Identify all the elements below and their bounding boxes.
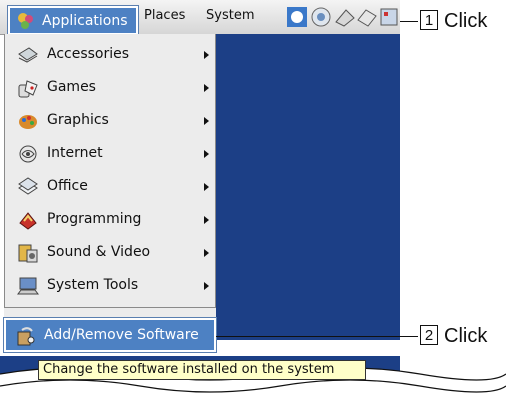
submenu-arrow-icon <box>204 117 209 125</box>
menu-item-label: Programming <box>47 211 142 227</box>
menu-item-internet[interactable]: Internet <box>5 137 216 170</box>
menu-item-label: Sound & Video <box>47 244 151 260</box>
submenu-arrow-icon <box>204 51 209 59</box>
menu-item-sound-video[interactable]: Sound & Video <box>5 236 216 269</box>
sound-video-icon <box>18 244 38 263</box>
menu-item-label: Internet <box>47 145 103 161</box>
calc-launcher-icon[interactable] <box>378 6 400 28</box>
programming-icon <box>19 212 37 230</box>
applications-menu-button[interactable]: Applications <box>7 5 139 36</box>
menu-item-games[interactable]: Games <box>5 71 216 104</box>
submenu-arrow-icon <box>204 249 209 257</box>
places-menu[interactable]: Places <box>144 8 185 23</box>
menu-item-label: Games <box>47 79 96 95</box>
menu-item-label: Accessories <box>47 46 130 62</box>
callout-text: Click <box>444 325 488 347</box>
email-launcher-icon[interactable] <box>310 6 332 28</box>
menu-item-accessories[interactable]: Accessories <box>5 38 216 71</box>
menu-item-label: Graphics <box>47 112 109 128</box>
writer-launcher-icon[interactable] <box>334 6 356 28</box>
applications-icon <box>18 13 33 29</box>
callout-leader-line <box>216 336 418 337</box>
menu-item-office[interactable]: Office <box>5 170 216 203</box>
submenu-arrow-icon <box>204 183 209 191</box>
games-icon <box>18 80 38 98</box>
tooltip: Change the software installed on the sys… <box>38 360 366 380</box>
system-menu[interactable]: System <box>206 8 254 23</box>
office-icon <box>18 177 38 195</box>
graphics-icon <box>19 115 37 129</box>
callout-number: 2 <box>420 325 438 345</box>
callout-number: 1 <box>420 10 438 30</box>
accessories-icon <box>18 47 38 63</box>
submenu-arrow-icon <box>204 84 209 92</box>
add-remove-label: Add/Remove Software <box>44 327 199 343</box>
submenu-arrow-icon <box>204 216 209 224</box>
software-package-icon <box>17 327 35 346</box>
callout-2: 2 Click <box>420 325 487 348</box>
menu-item-system-tools[interactable]: System Tools <box>5 269 216 302</box>
menu-item-label: System Tools <box>47 277 139 293</box>
submenu-arrow-icon <box>204 282 209 290</box>
panel-launchers <box>286 6 400 30</box>
callout-text: Click <box>444 10 488 32</box>
applications-dropdown: Accessories Games Graphics Internet Offi… <box>4 34 216 308</box>
menu-item-graphics[interactable]: Graphics <box>5 104 216 137</box>
desktop-background <box>216 34 400 340</box>
menu-item-label: Office <box>47 178 88 194</box>
browser-launcher-icon[interactable] <box>286 6 308 28</box>
applications-label: Applications <box>42 13 128 29</box>
add-remove-software-item[interactable]: Add/Remove Software <box>3 317 217 353</box>
callout-leader-line <box>400 21 418 22</box>
internet-icon <box>19 145 37 163</box>
callout-1: 1 Click <box>420 10 487 33</box>
menu-item-programming[interactable]: Programming <box>5 203 216 236</box>
system-tools-icon <box>17 277 39 295</box>
impress-launcher-icon[interactable] <box>356 6 378 28</box>
submenu-arrow-icon <box>204 150 209 158</box>
